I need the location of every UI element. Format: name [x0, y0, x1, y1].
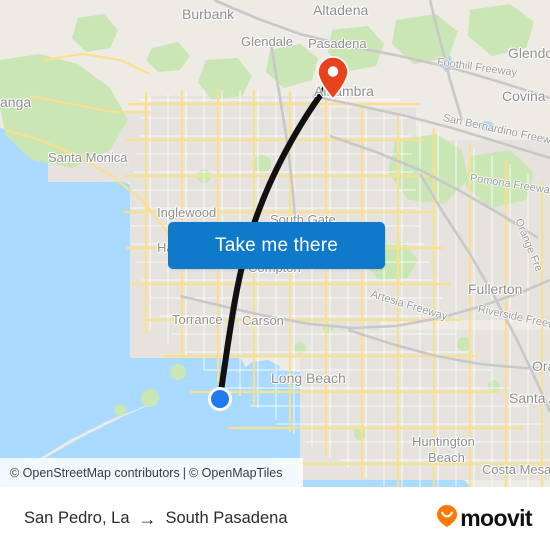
route-footer: San Pedro, La → South Pasadena moovit	[0, 487, 550, 550]
openmaptiles-attribution-link[interactable]: © OpenMapTiles	[189, 466, 283, 480]
origin-marker-icon[interactable]	[207, 386, 233, 412]
take-me-there-button[interactable]: Take me there	[168, 222, 385, 269]
route-summary: San Pedro, La → South Pasadena	[24, 509, 288, 528]
moovit-route-card: anga Burbank Altadena Glendale Pasadena Glend…	[0, 0, 550, 550]
map-canvas[interactable]: anga Burbank Altadena Glendale Pasadena Glend…	[0, 0, 550, 487]
osm-attribution-link[interactable]: © OpenStreetMap contributors	[10, 466, 180, 480]
moovit-pin-icon	[436, 504, 458, 533]
attribution-text: © OpenStreetMap contributors | © OpenMapTi…	[10, 466, 282, 480]
moovit-wordmark: moovit	[460, 505, 532, 531]
route-destination-label: South Pasadena	[165, 509, 288, 527]
map-attribution-bar: © OpenStreetMap contributors | © OpenMapTi…	[0, 458, 303, 487]
route-origin-label: San Pedro, La	[24, 509, 130, 527]
arrow-right-icon: →	[138, 508, 157, 529]
moovit-logo[interactable]: moovit	[436, 504, 533, 533]
destination-marker-icon[interactable]	[317, 56, 349, 101]
attribution-separator: |	[182, 465, 186, 480]
